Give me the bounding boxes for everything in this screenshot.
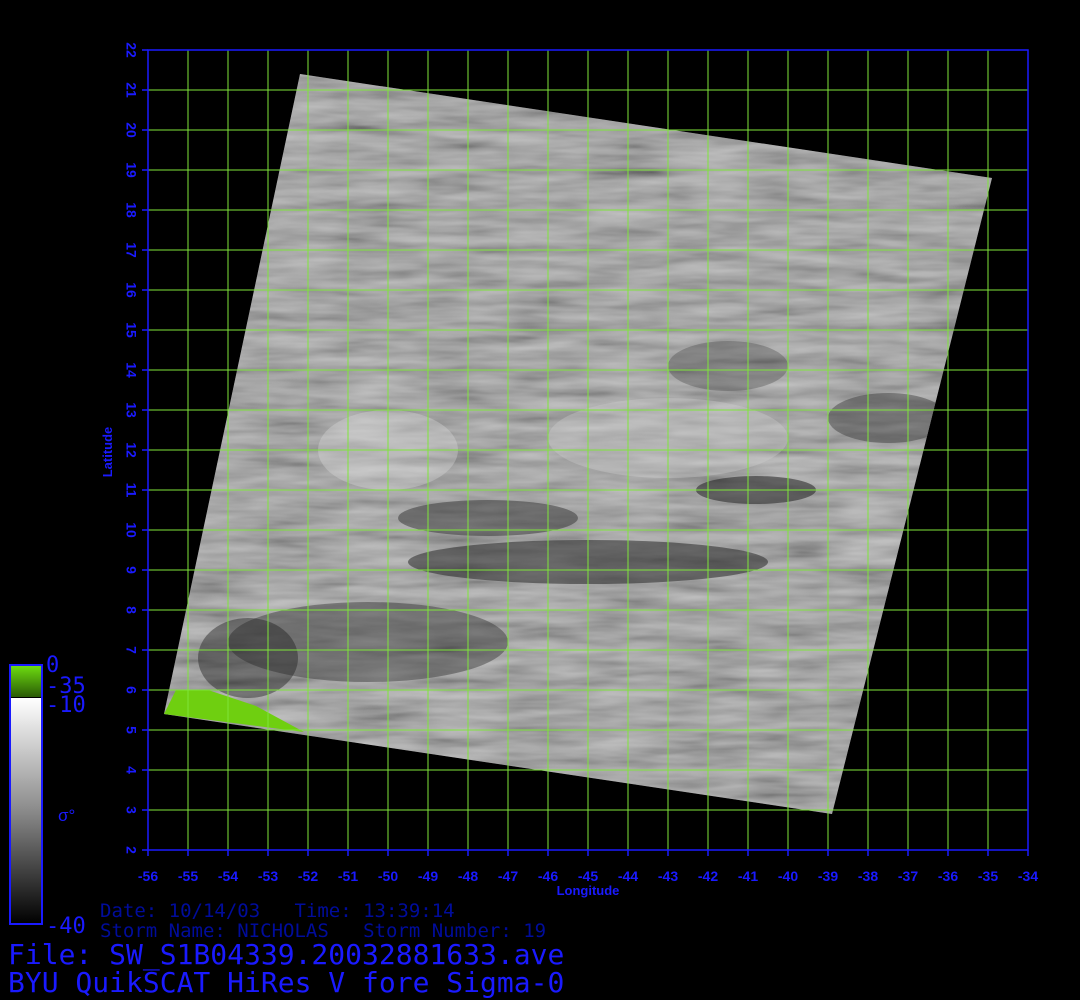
- x-tick-label: -49: [418, 868, 438, 884]
- backscatter-feature: [198, 618, 298, 698]
- y-tick-label: 18: [123, 202, 139, 218]
- backscatter-feature: [668, 341, 788, 391]
- x-tick-label: -50: [378, 868, 398, 884]
- x-tick-label: -42: [698, 868, 718, 884]
- x-tick-label: -34: [1018, 868, 1038, 884]
- x-tick-label: -47: [498, 868, 518, 884]
- y-tick-label: 12: [123, 442, 139, 458]
- y-tick-label: 16: [123, 282, 139, 298]
- latitude-axis: 2 3 4 5 6 7 8 9 10 11 12 13 14 15 16 17 18 19 20 21 22: [123, 42, 148, 854]
- x-tick-label: -56: [138, 868, 158, 884]
- y-tick-label: 13: [123, 402, 139, 418]
- sigma0-map: -56 -55 -54 -53 -52 -51 -50 -49 -48 -47 -46 -45 -44 -…: [9, 42, 1038, 925]
- y-tick-label: 11: [123, 483, 139, 498]
- x-tick-label: -43: [658, 868, 678, 884]
- colorbar-symbol: σ°: [58, 806, 75, 825]
- colorbar-gray: [10, 698, 42, 924]
- y-tick-label: 6: [123, 686, 139, 694]
- x-tick-label: -52: [298, 868, 318, 884]
- date-time-line: Date: 10/14/03 Time: 13:39:14: [100, 900, 455, 922]
- backscatter-feature: [398, 500, 578, 536]
- y-tick-label: 21: [123, 82, 139, 98]
- y-tick-label: 2: [123, 846, 139, 854]
- colorbar-green: [10, 665, 42, 697]
- x-tick-label: -40: [778, 868, 798, 884]
- x-tick-label: -46: [538, 868, 558, 884]
- y-tick-label: 15: [123, 322, 139, 338]
- x-tick-label: -53: [258, 868, 278, 884]
- x-tick-label: -51: [338, 868, 358, 884]
- longitude-axis: -56 -55 -54 -53 -52 -51 -50 -49 -48 -47 -46 -45 -44 -…: [138, 850, 1038, 884]
- y-tick-label: 8: [123, 606, 139, 614]
- y-tick-label: 3: [123, 806, 139, 814]
- y-tick-label: 14: [123, 362, 139, 378]
- colorbar-label-3: -40: [46, 914, 86, 939]
- backscatter-feature: [828, 393, 948, 443]
- x-tick-label: -41: [738, 868, 758, 884]
- x-axis-label: Longitude: [557, 883, 620, 898]
- y-tick-label: 17: [123, 242, 139, 258]
- x-tick-label: -55: [178, 868, 198, 884]
- y-tick-label: 9: [123, 566, 139, 574]
- y-tick-label: 5: [123, 726, 139, 734]
- x-tick-label: -39: [818, 868, 838, 884]
- x-tick-label: -38: [858, 868, 878, 884]
- y-axis-label: Latitude: [100, 427, 115, 478]
- x-tick-label: -35: [978, 868, 998, 884]
- colorbar-label-2: -10: [46, 693, 86, 718]
- y-tick-label: 19: [123, 162, 139, 178]
- y-tick-label: 4: [123, 766, 139, 774]
- x-tick-label: -37: [898, 868, 918, 884]
- x-tick-label: -36: [938, 868, 958, 884]
- x-tick-label: -54: [218, 868, 238, 884]
- y-tick-label: 20: [123, 122, 139, 138]
- x-tick-label: -48: [458, 868, 478, 884]
- product-title: BYU QuikSCAT HiRes V fore Sigma-0: [8, 966, 565, 999]
- lat-lon-grid: [147, 49, 1029, 851]
- x-tick-label: -44: [618, 868, 638, 884]
- y-tick-label: 7: [123, 646, 139, 654]
- y-tick-label: 10: [123, 522, 139, 538]
- y-tick-label: 22: [123, 42, 139, 58]
- x-tick-label: -45: [578, 868, 598, 884]
